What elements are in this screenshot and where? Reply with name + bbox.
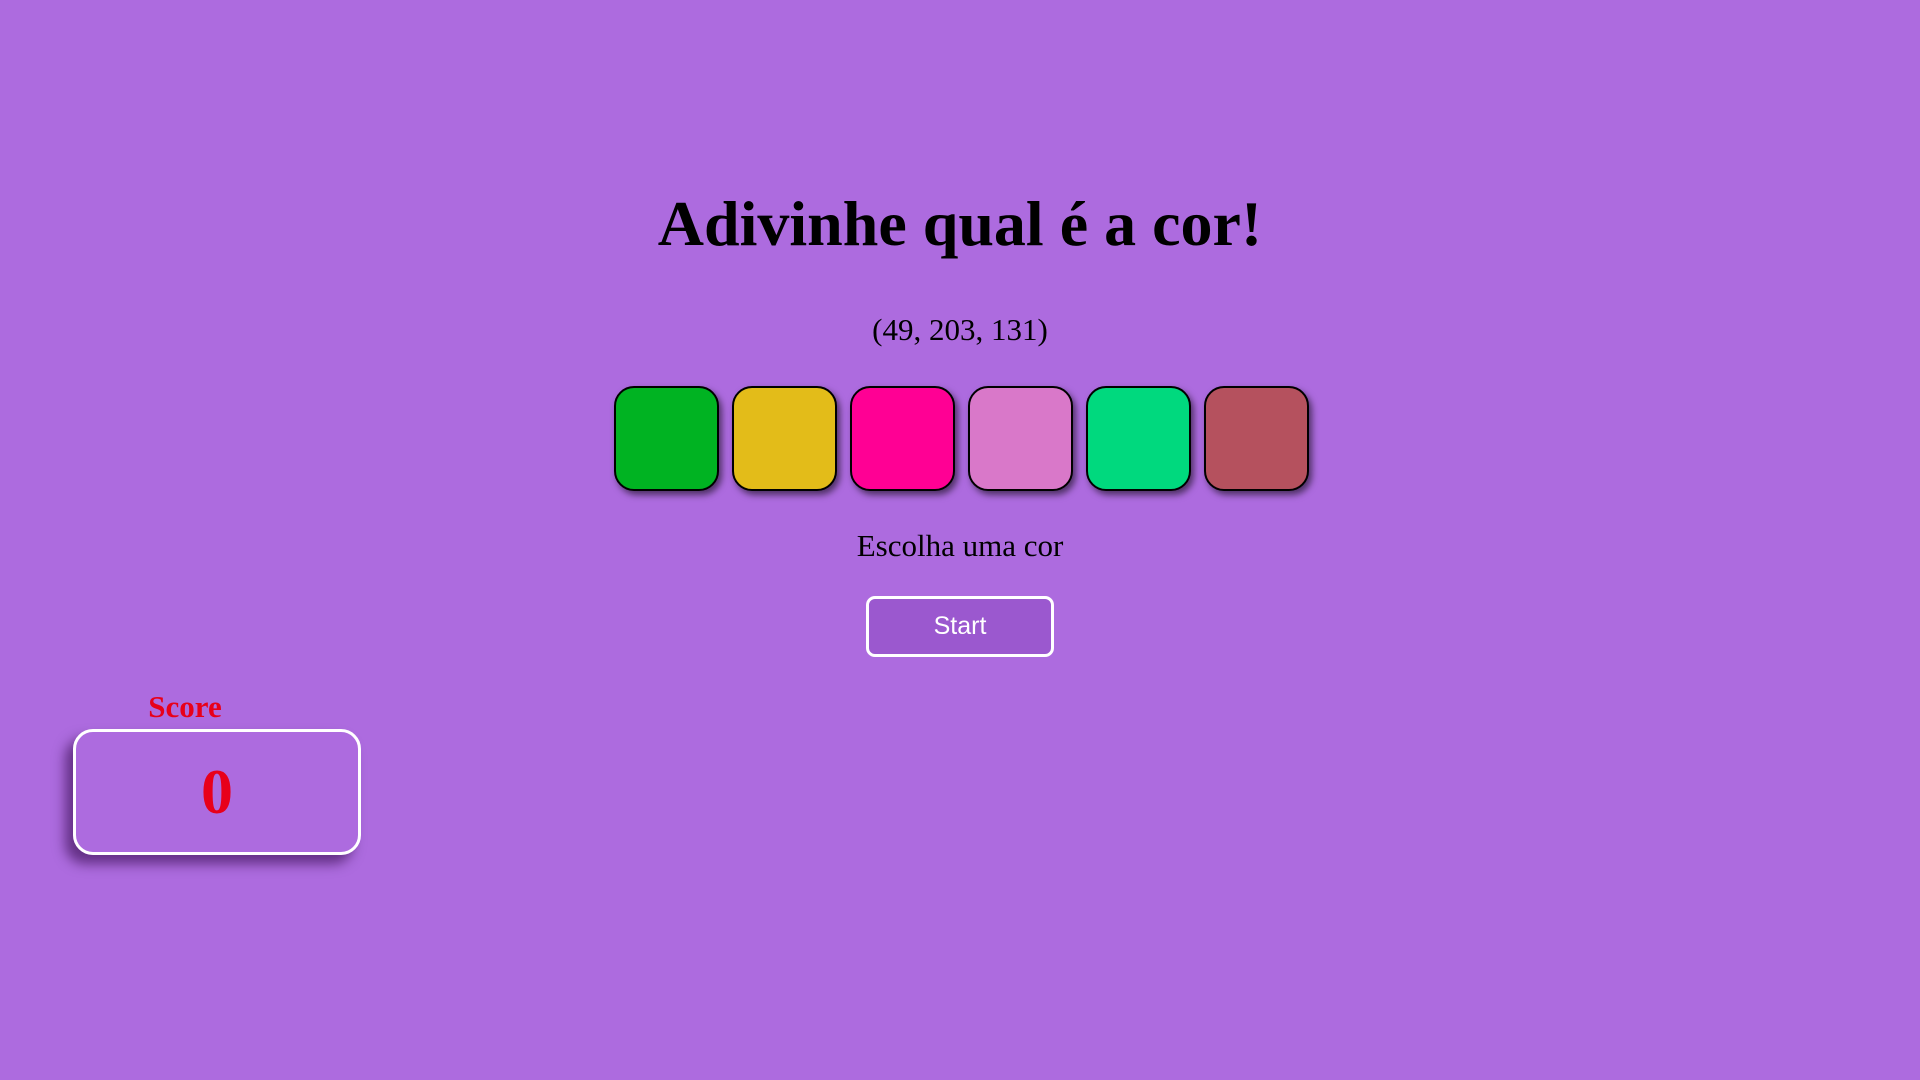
score-label: Score [148, 689, 222, 724]
page-title: Adivinhe qual é a cor! [657, 188, 1263, 259]
color-swatch-3[interactable] [850, 386, 955, 491]
color-swatch-5[interactable] [1086, 386, 1191, 491]
status-message: Escolha uma cor [856, 528, 1064, 563]
score-box: 0 [73, 729, 361, 855]
color-swatch-1[interactable] [614, 386, 719, 491]
rgb-target-display: (49, 203, 131) [872, 312, 1048, 347]
start-button[interactable]: Start [866, 596, 1054, 657]
score-value: 0 [201, 756, 233, 827]
color-options [614, 386, 1309, 491]
color-swatch-6[interactable] [1204, 386, 1309, 491]
color-swatch-4[interactable] [968, 386, 1073, 491]
color-swatch-2[interactable] [732, 386, 837, 491]
game-page: { "game": { "title": "Adivinhe qual é a … [0, 0, 1920, 1080]
